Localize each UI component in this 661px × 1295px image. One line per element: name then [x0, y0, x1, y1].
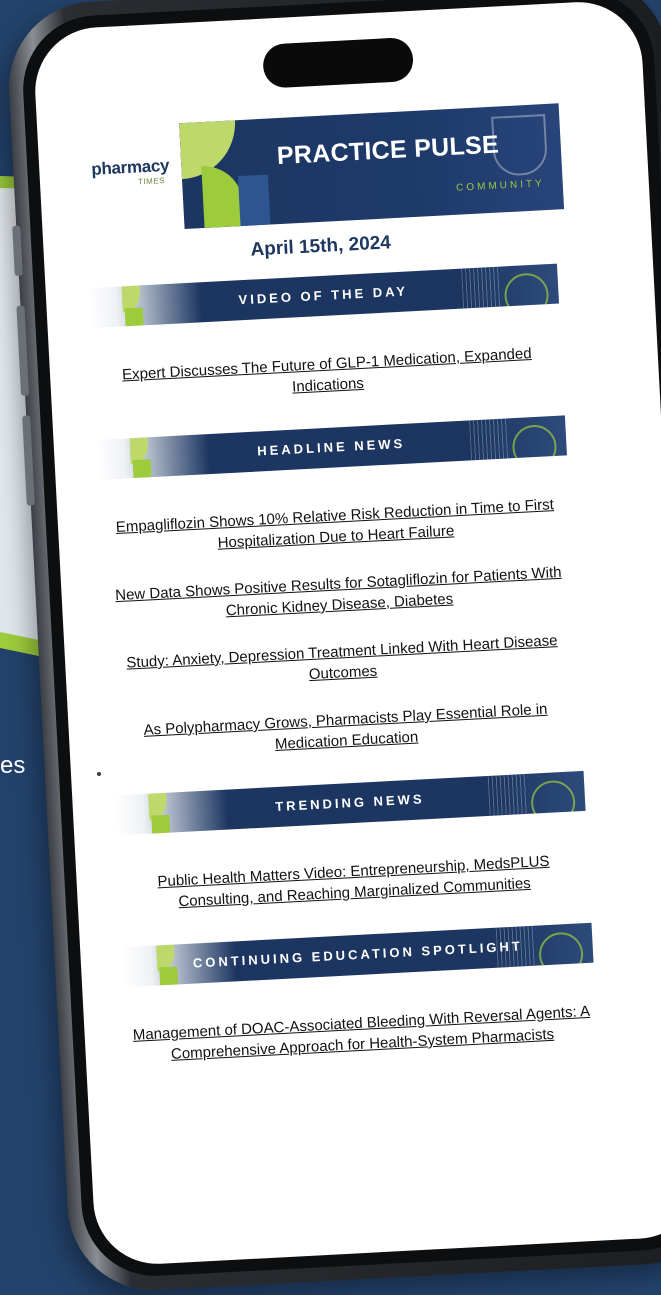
phone-side-button-3 [22, 415, 35, 506]
phone-bezel: pharmacy TIMES PRACTICE PULSE COMMUNITY [19, 0, 661, 1280]
dynamic-island [262, 36, 415, 89]
section-links-headline-news: Empagliflozin Shows 10% Relative Risk Re… [98, 455, 584, 795]
newsletter-title: PRACTICE PULSE [276, 130, 500, 171]
article-link[interactable]: Expert Discusses The Future of GLP-1 Med… [98, 342, 558, 408]
practice-pulse-banner: PRACTICE PULSE COMMUNITY [179, 103, 565, 230]
article-link[interactable]: Empagliflozin Shows 10% Relative Risk Re… [106, 494, 566, 560]
article-link[interactable]: Management of DOAC-Associated Bleeding W… [132, 1001, 592, 1067]
article-link[interactable]: Study: Anxiety, Depression Treatment Lin… [113, 629, 573, 695]
phone-mockup: pharmacy TIMES PRACTICE PULSE COMMUNITY [4, 0, 661, 1295]
phone-frame: pharmacy TIMES PRACTICE PULSE COMMUNITY [4, 0, 661, 1295]
pharmacy-times-logo[interactable]: pharmacy TIMES [91, 155, 176, 188]
newsletter-header: pharmacy TIMES PRACTICE PULSE COMMUNITY [87, 103, 565, 234]
phone-sensor-dot [97, 772, 101, 776]
phone-side-button-1 [12, 225, 23, 276]
article-link[interactable]: As Polypharmacy Grows, Pharmacists Play … [116, 697, 576, 763]
phone-side-button-2 [16, 305, 30, 396]
newsletter-subtitle: COMMUNITY [455, 178, 546, 194]
leaf-decoration-icon [237, 174, 271, 227]
article-link[interactable]: New Data Shows Positive Results for Sota… [109, 562, 569, 628]
newsletter-date: April 15th, 2024 [250, 232, 392, 261]
article-link[interactable]: Public Health Matters Video: Entrepreneu… [124, 849, 584, 915]
shield-outline-icon [491, 114, 549, 177]
phone-screen[interactable]: pharmacy TIMES PRACTICE PULSE COMMUNITY [32, 0, 661, 1268]
newsletter-content: pharmacy TIMES PRACTICE PULSE COMMUNITY [79, 103, 599, 1099]
